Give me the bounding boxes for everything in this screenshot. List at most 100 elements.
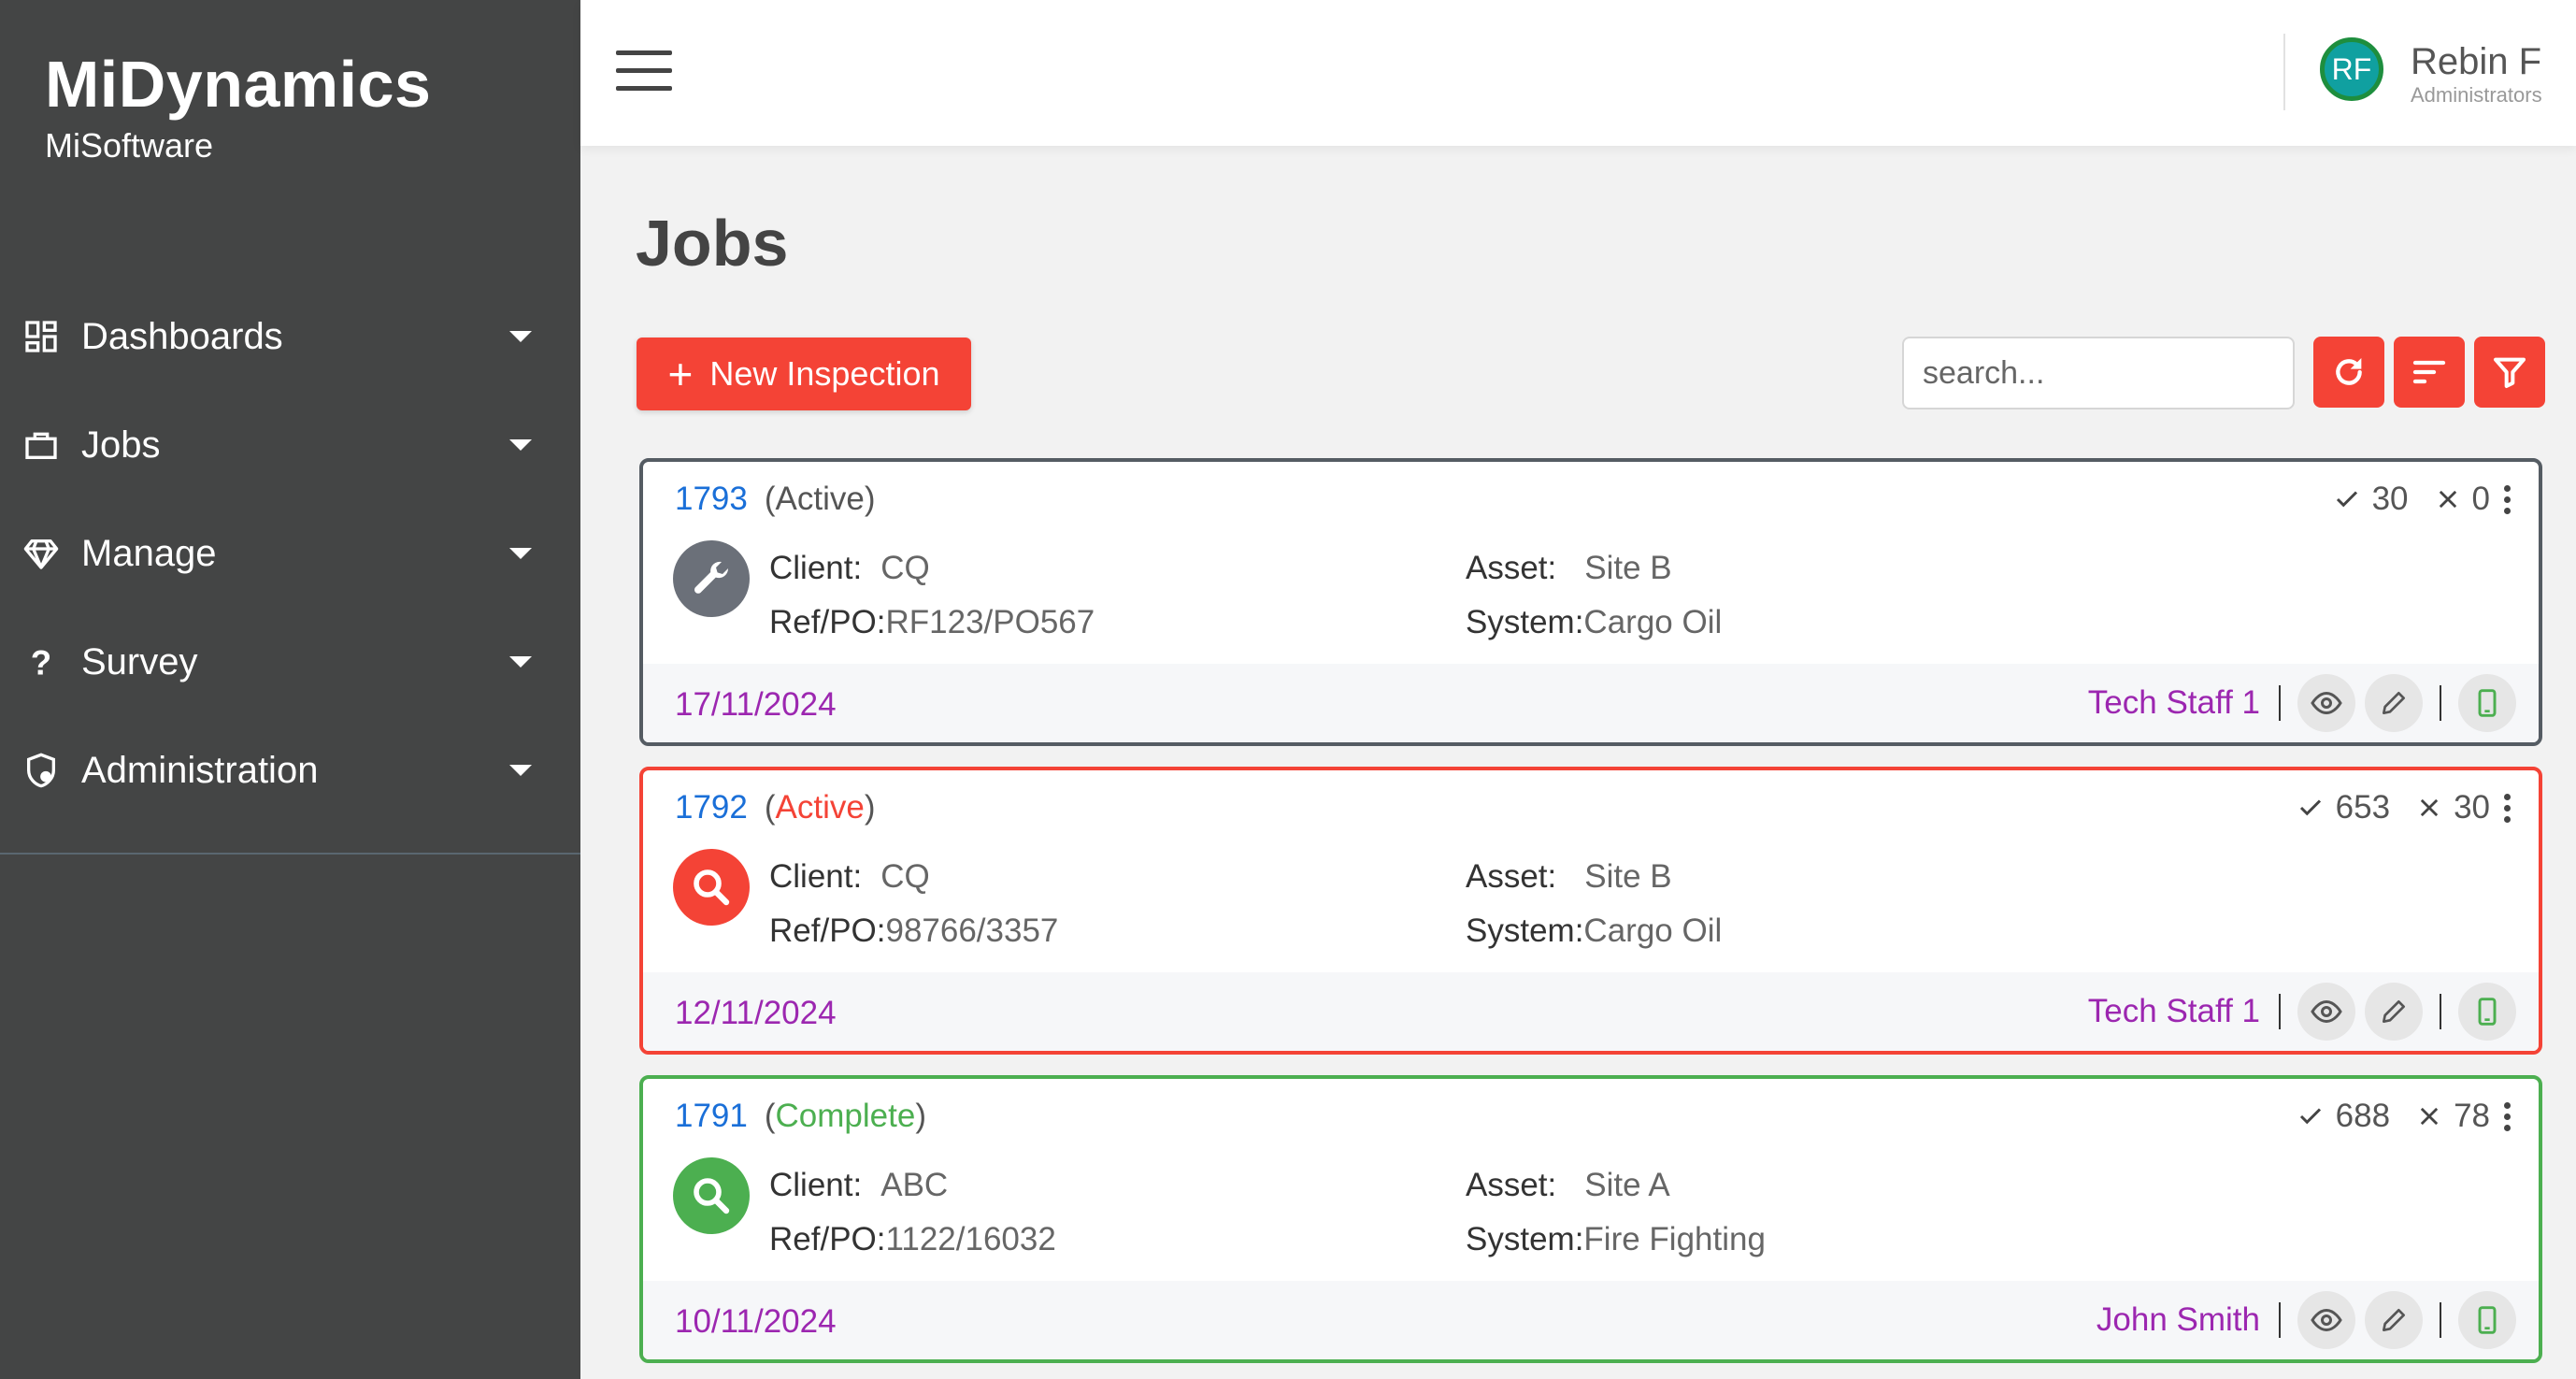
pass-count: 688	[2335, 1098, 2391, 1134]
diamond-icon	[21, 533, 62, 574]
mobile-icon	[2478, 1306, 2497, 1334]
menu-icon[interactable]	[616, 50, 672, 92]
more-options-icon[interactable]	[2503, 793, 2511, 823]
job-date: 10/11/2024	[675, 1303, 837, 1340]
caret-down-icon	[509, 548, 532, 559]
eye-icon	[2311, 1308, 2342, 1332]
topbar-divider	[2283, 34, 2285, 110]
shield-icon	[21, 750, 62, 791]
asset-field: Asset: Site B	[1466, 858, 1672, 895]
job-status: Active	[775, 481, 865, 517]
sidebar-item-label: Manage	[81, 533, 217, 574]
edit-button[interactable]	[2365, 674, 2423, 732]
search-icon	[673, 849, 750, 926]
sidebar-item-administration[interactable]: Administration	[0, 716, 580, 825]
new-inspection-label: New Inspection	[709, 354, 940, 393]
sidebar-item-survey[interactable]: ? Survey	[0, 608, 580, 716]
search-input[interactable]	[1902, 337, 2295, 409]
briefcase-icon	[21, 424, 62, 466]
pencil-icon	[2383, 692, 2405, 714]
divider	[2279, 994, 2281, 1029]
topbar: RF Rebin F Administrators	[580, 0, 2576, 146]
wrench-icon	[673, 540, 750, 617]
caret-down-icon	[509, 656, 532, 668]
job-status: Active	[775, 789, 865, 826]
caret-down-icon	[509, 765, 532, 776]
edit-button[interactable]	[2365, 1291, 2423, 1349]
filter-icon	[2494, 357, 2526, 388]
job-id-link[interactable]: 1791	[675, 1098, 748, 1134]
divider	[2440, 1302, 2441, 1338]
search-icon	[673, 1157, 750, 1234]
job-card[interactable]: 1793 (Active) 30 0 Client: CQ Ref/PO:RF123…	[639, 458, 2542, 746]
job-card-footer: 17/11/2024 Tech Staff 1	[643, 664, 2539, 742]
caret-down-icon	[509, 439, 532, 451]
job-id-link[interactable]: 1793	[675, 481, 748, 517]
question-icon: ?	[21, 641, 62, 682]
divider	[2279, 685, 2281, 721]
page-title: Jobs	[636, 207, 789, 280]
job-status: Complete	[775, 1098, 916, 1134]
job-card-footer: 10/11/2024 John Smith	[643, 1281, 2539, 1359]
divider	[2279, 1302, 2281, 1338]
check-icon	[2299, 1108, 2321, 1125]
brand-title: MiDynamics	[45, 48, 432, 121]
mobile-button[interactable]	[2458, 983, 2516, 1041]
asset-field: Asset: Site A	[1466, 1167, 1670, 1203]
new-inspection-button[interactable]: + New Inspection	[637, 338, 971, 410]
sidebar-item-label: Survey	[81, 641, 198, 682]
pencil-icon	[2383, 1000, 2405, 1023]
caret-down-icon	[509, 331, 532, 342]
fail-count: 30	[2454, 789, 2490, 826]
eye-icon	[2311, 999, 2342, 1024]
job-id-link[interactable]: 1792	[675, 789, 748, 826]
job-card[interactable]: 1792 (Active) 653 30 Client: CQ Ref/PO:987…	[639, 767, 2542, 1055]
user-name[interactable]: Rebin F	[2411, 41, 2541, 82]
brand-subtitle: MiSoftware	[45, 126, 214, 165]
sidebar-item-jobs[interactable]: Jobs	[0, 391, 580, 499]
sort-button[interactable]	[2394, 337, 2465, 408]
pass-count: 653	[2335, 789, 2391, 826]
view-button[interactable]	[2297, 674, 2355, 732]
assigned-staff[interactable]: Tech Staff 1	[2088, 993, 2260, 1030]
check-icon	[2299, 799, 2321, 816]
sidebar-item-label: Dashboards	[81, 316, 283, 357]
plus-icon: +	[667, 350, 694, 398]
sidebar-divider	[0, 853, 580, 855]
refresh-icon	[2336, 358, 2362, 385]
job-date: 12/11/2024	[675, 995, 837, 1031]
job-card[interactable]: 1791 (Complete) 688 78 Client: ABC Ref/PO:…	[639, 1075, 2542, 1363]
mobile-button[interactable]	[2458, 674, 2516, 732]
sidebar-item-label: Jobs	[81, 424, 161, 466]
job-card-header: 1793 (Active)	[675, 481, 876, 517]
sidebar: MiDynamics MiSoftware Dashboards Jobs Ma…	[0, 0, 580, 1379]
system-field: System:Cargo Oil	[1466, 604, 1723, 640]
client-field: Client: CQ	[769, 858, 930, 895]
edit-button[interactable]	[2365, 983, 2423, 1041]
sidebar-item-manage[interactable]: Manage	[0, 499, 580, 608]
client-field: Client: CQ	[769, 550, 930, 586]
svg-text:?: ?	[31, 643, 51, 681]
mobile-icon	[2478, 998, 2497, 1026]
refpo-field: Ref/PO:RF123/PO567	[769, 604, 1095, 640]
more-options-icon[interactable]	[2503, 1101, 2511, 1131]
close-icon	[2420, 798, 2439, 817]
job-counts: 30 0	[2333, 479, 2511, 520]
divider	[2440, 685, 2441, 721]
job-date: 17/11/2024	[675, 686, 837, 723]
dashboard-icon	[21, 316, 62, 357]
assigned-staff[interactable]: John Smith	[2097, 1301, 2260, 1339]
filter-button[interactable]	[2474, 337, 2545, 408]
view-button[interactable]	[2297, 1291, 2355, 1349]
sidebar-nav: Dashboards Jobs Manage ? Survey Administ…	[0, 282, 580, 825]
refresh-button[interactable]	[2313, 337, 2384, 408]
sidebar-item-dashboards[interactable]: Dashboards	[0, 282, 580, 391]
mobile-button[interactable]	[2458, 1291, 2516, 1349]
assigned-staff[interactable]: Tech Staff 1	[2088, 684, 2260, 722]
view-button[interactable]	[2297, 983, 2355, 1041]
job-card-footer: 12/11/2024 Tech Staff 1	[643, 972, 2539, 1051]
system-field: System:Cargo Oil	[1466, 912, 1723, 949]
eye-icon	[2311, 691, 2342, 715]
avatar[interactable]: RF	[2320, 37, 2383, 101]
more-options-icon[interactable]	[2503, 484, 2511, 514]
